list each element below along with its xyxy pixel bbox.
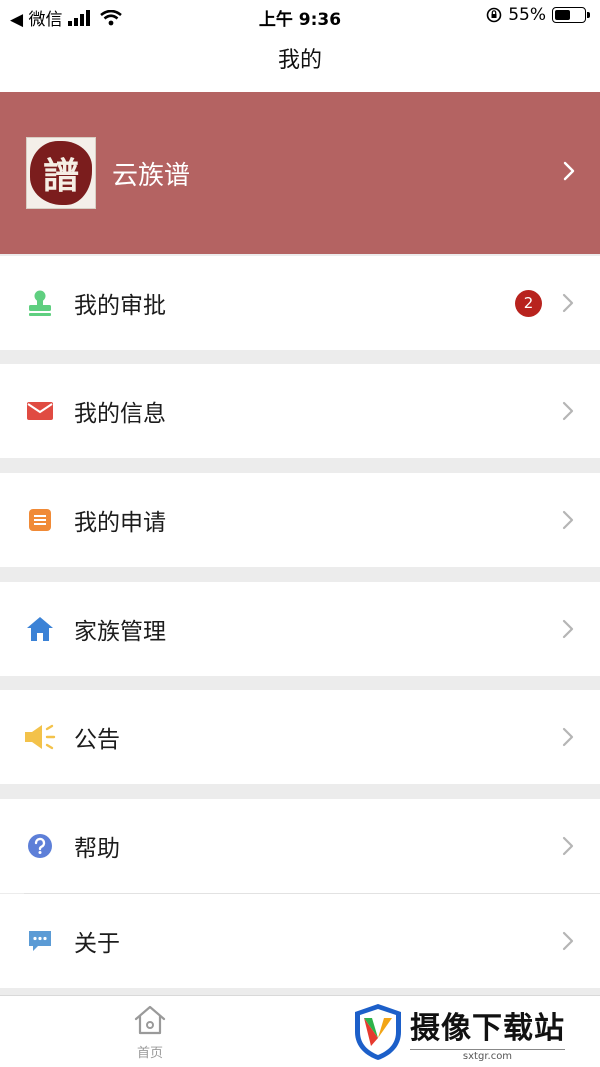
menu-label-help: 帮助 <box>74 836 120 862</box>
home-outline-icon <box>134 1005 166 1035</box>
orientation-lock-icon <box>486 7 502 23</box>
question-circle-icon <box>24 830 56 862</box>
chevron-right-icon <box>560 292 576 314</box>
watermark-url: sxtgr.com <box>410 1048 565 1062</box>
menu-label-announcement: 公告 <box>74 727 120 753</box>
watermark-text: 摄像下载站 sxtgr.com <box>410 1003 565 1062</box>
battery-level <box>555 10 571 20</box>
megaphone-icon <box>24 721 56 753</box>
menu-label-family: 家族管理 <box>74 619 166 645</box>
status-bar: ◀ 微信 上午 9:36 55% <box>0 0 600 30</box>
watermark: 摄像下载站 sxtgr.com <box>352 1000 592 1064</box>
menu-label-messages: 我的信息 <box>74 401 166 427</box>
seal-logo: 譜 <box>30 141 92 205</box>
envelope-icon <box>24 395 56 427</box>
menu-item-family[interactable]: 家族管理 <box>0 582 600 676</box>
tab-home-label: 首页 <box>136 1046 163 1061</box>
watermark-title: 摄像下载站 <box>410 1010 565 1046</box>
document-icon <box>24 504 56 536</box>
chevron-right-icon <box>560 930 576 952</box>
menu-label-applications: 我的申请 <box>74 510 166 536</box>
tab-home[interactable]: 首页 <box>120 1004 180 1061</box>
nav-bar: 我的 <box>0 30 600 92</box>
menu-label-approval: 我的审批 <box>74 293 166 319</box>
avatar: 譜 <box>26 137 96 209</box>
chevron-right-icon <box>560 509 576 531</box>
chevron-right-icon <box>560 400 576 422</box>
menu-item-messages[interactable]: 我的信息 <box>0 364 600 458</box>
chat-bubble-icon <box>24 925 56 957</box>
watermark-logo <box>355 1004 401 1060</box>
profile-name: 云族谱 <box>112 160 191 191</box>
menu-item-approval[interactable]: 我的审批 2 <box>0 256 600 350</box>
battery-percent: 55% <box>508 5 546 25</box>
avatar-character: 譜 <box>42 155 79 197</box>
menu-item-announcement[interactable]: 公告 <box>0 690 600 784</box>
menu-item-applications[interactable]: 我的申请 <box>0 473 600 567</box>
chevron-right-icon <box>562 160 576 186</box>
menu-label-about: 关于 <box>74 931 120 957</box>
page-title: 我的 <box>277 48 322 73</box>
battery-icon <box>552 7 590 23</box>
menu-item-about[interactable]: 关于 <box>0 894 600 988</box>
menu-item-help[interactable]: 帮助 <box>0 799 600 893</box>
chevron-right-icon <box>560 618 576 640</box>
status-right: 55% <box>486 5 590 25</box>
chevron-right-icon <box>560 726 576 748</box>
approval-count-badge: 2 <box>515 289 542 317</box>
chevron-right-icon <box>560 835 576 857</box>
stamp-icon <box>24 287 56 319</box>
house-icon <box>24 613 56 645</box>
profile-card[interactable]: 譜 云族谱 <box>0 92 600 254</box>
